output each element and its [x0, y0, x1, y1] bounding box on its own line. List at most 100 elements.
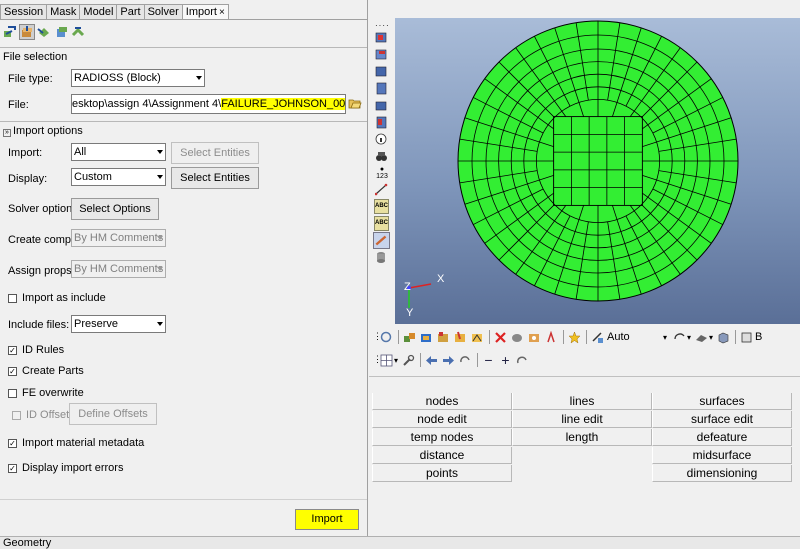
- grid-view-icon[interactable]: [380, 354, 393, 367]
- tab-part[interactable]: Part: [116, 4, 145, 19]
- define-offsets-button[interactable]: Define Offsets: [69, 403, 157, 425]
- check-icon[interactable]: ✓: [8, 463, 17, 473]
- database-icon[interactable]: [375, 251, 388, 264]
- label-abc-icon[interactable]: ABC: [374, 199, 389, 214]
- auto-mode-select[interactable]: Auto: [607, 331, 663, 343]
- import-as-include-checkbox[interactable]: Import as include: [8, 292, 106, 304]
- include-files-select[interactable]: Preserve: [71, 315, 166, 333]
- create-parts-checkbox[interactable]: ✓ Create Parts: [8, 365, 84, 377]
- import-button[interactable]: Import: [295, 509, 359, 530]
- axis-z-label: Z: [404, 281, 411, 293]
- import-select[interactable]: All: [71, 143, 166, 161]
- binoculars-icon[interactable]: [375, 150, 388, 163]
- select-entities-import-button[interactable]: Select Entities: [171, 142, 259, 164]
- numbering-icon[interactable]: ● 123: [374, 166, 390, 180]
- rotate-icon[interactable]: [380, 331, 393, 344]
- check-icon[interactable]: ✓: [8, 345, 17, 355]
- create-comps-select[interactable]: By HM Comments: [71, 229, 166, 247]
- panel-midsurface[interactable]: midsurface: [652, 447, 792, 464]
- view-bottom-icon[interactable]: [375, 116, 388, 129]
- label-abc-2-icon[interactable]: ABC: [374, 216, 389, 231]
- panel-surfaces[interactable]: surfaces: [652, 393, 792, 410]
- material-color-icon[interactable]: [454, 331, 467, 344]
- import-cad-icon[interactable]: [37, 25, 51, 39]
- check-icon[interactable]: ✓: [8, 438, 17, 448]
- view-left-icon[interactable]: [375, 65, 388, 78]
- wrench-icon[interactable]: [402, 354, 415, 367]
- view-back-icon[interactable]: [375, 48, 388, 61]
- panel-defeature[interactable]: defeature: [652, 429, 792, 446]
- file-path-field[interactable]: esktop\assign 4\Assignment 4\FAILURE_JOH…: [71, 94, 346, 114]
- display-select[interactable]: Custom: [71, 168, 166, 186]
- fe-overwrite-checkbox[interactable]: FE overwrite: [8, 387, 84, 399]
- measure-icon[interactable]: [375, 183, 388, 196]
- section-cut-icon[interactable]: [373, 232, 390, 249]
- id-rules-checkbox[interactable]: ✓ ID Rules: [8, 344, 64, 356]
- chevron-down-icon[interactable]: ▾: [394, 356, 398, 365]
- tab-import[interactable]: Import ×: [181, 4, 229, 19]
- delete-icon[interactable]: [494, 331, 507, 344]
- tab-solver[interactable]: Solver: [143, 4, 183, 19]
- import-solver-deck-icon[interactable]: [19, 24, 35, 40]
- panel-lines[interactable]: lines: [512, 393, 652, 410]
- property-color-icon[interactable]: [437, 331, 450, 344]
- panel-distance[interactable]: distance: [372, 447, 512, 464]
- close-icon[interactable]: ×: [219, 7, 225, 18]
- assign-props-select[interactable]: By HM Comments: [71, 260, 166, 278]
- panel-line-edit[interactable]: line edit: [512, 411, 652, 428]
- shade-icon[interactable]: [695, 331, 708, 344]
- import-model-icon[interactable]: [3, 25, 17, 39]
- display-import-errors-checkbox[interactable]: ✓ Display import errors: [8, 462, 123, 474]
- cube-icon[interactable]: [717, 331, 730, 344]
- select-entities-display-button[interactable]: Select Entities: [171, 167, 259, 189]
- chevron-down-icon[interactable]: ▾: [663, 333, 667, 342]
- checkbox-box[interactable]: [8, 388, 17, 398]
- open-folder-icon[interactable]: [348, 96, 362, 110]
- import-fe-icon[interactable]: [54, 25, 68, 39]
- reverse-icon[interactable]: [545, 330, 558, 344]
- include-color-icon[interactable]: [471, 331, 484, 344]
- component-color-icon[interactable]: [403, 331, 416, 344]
- view-top-icon[interactable]: [375, 99, 388, 112]
- arrow-left-icon[interactable]: [425, 354, 438, 367]
- panel-points[interactable]: points: [372, 465, 512, 482]
- panel-nodes[interactable]: nodes: [372, 393, 512, 410]
- collapse-icon[interactable]: »: [3, 129, 11, 137]
- star-icon[interactable]: [568, 330, 581, 344]
- file-type-select[interactable]: RADIOSS (Block): [71, 69, 205, 87]
- fit-view-icon[interactable]: [516, 354, 529, 367]
- mesh-style-icon[interactable]: [591, 331, 604, 344]
- tab-model[interactable]: Model: [79, 4, 118, 19]
- browser-icon[interactable]: [740, 331, 753, 344]
- separator: [489, 330, 490, 344]
- panel-node-edit[interactable]: node edit: [372, 411, 512, 428]
- import-material-metadata-checkbox[interactable]: ✓ Import material metadata: [8, 437, 144, 449]
- panel-temp-nodes[interactable]: temp nodes: [372, 429, 512, 446]
- rotate-view-icon[interactable]: [673, 331, 686, 344]
- panel-length[interactable]: length: [512, 429, 652, 446]
- tab-session[interactable]: Session: [0, 4, 48, 19]
- zoom-in-icon[interactable]: +: [499, 353, 512, 367]
- panel-dimensioning[interactable]: dimensioning: [652, 465, 792, 482]
- view-front-icon[interactable]: [375, 31, 388, 44]
- import-options-header[interactable]: » Import options: [3, 125, 83, 137]
- select-options-button[interactable]: Select Options: [71, 198, 159, 220]
- id-offset-checkbox[interactable]: ID Offset: [12, 409, 69, 421]
- arrow-right-icon[interactable]: [442, 354, 455, 367]
- graphics-viewport[interactable]: X Z Y: [395, 18, 800, 324]
- assembly-color-icon[interactable]: [420, 331, 433, 344]
- panel-surface-edit[interactable]: surface edit: [652, 411, 792, 428]
- checkbox-box[interactable]: [12, 410, 21, 420]
- checkbox-box[interactable]: [8, 293, 17, 303]
- show-icon[interactable]: [528, 331, 541, 344]
- zoom-out-icon[interactable]: −: [482, 353, 495, 367]
- chevron-down-icon[interactable]: ▾: [687, 333, 691, 342]
- undo-view-icon[interactable]: [459, 354, 472, 367]
- tab-mask[interactable]: Mask: [46, 4, 81, 19]
- model-info-icon[interactable]: [375, 133, 388, 146]
- check-icon[interactable]: ✓: [8, 366, 17, 376]
- chevron-down-icon[interactable]: ▾: [709, 333, 713, 342]
- view-right-icon[interactable]: [375, 82, 388, 95]
- mask-icon[interactable]: [511, 331, 524, 344]
- import-connectors-icon[interactable]: [71, 25, 85, 39]
